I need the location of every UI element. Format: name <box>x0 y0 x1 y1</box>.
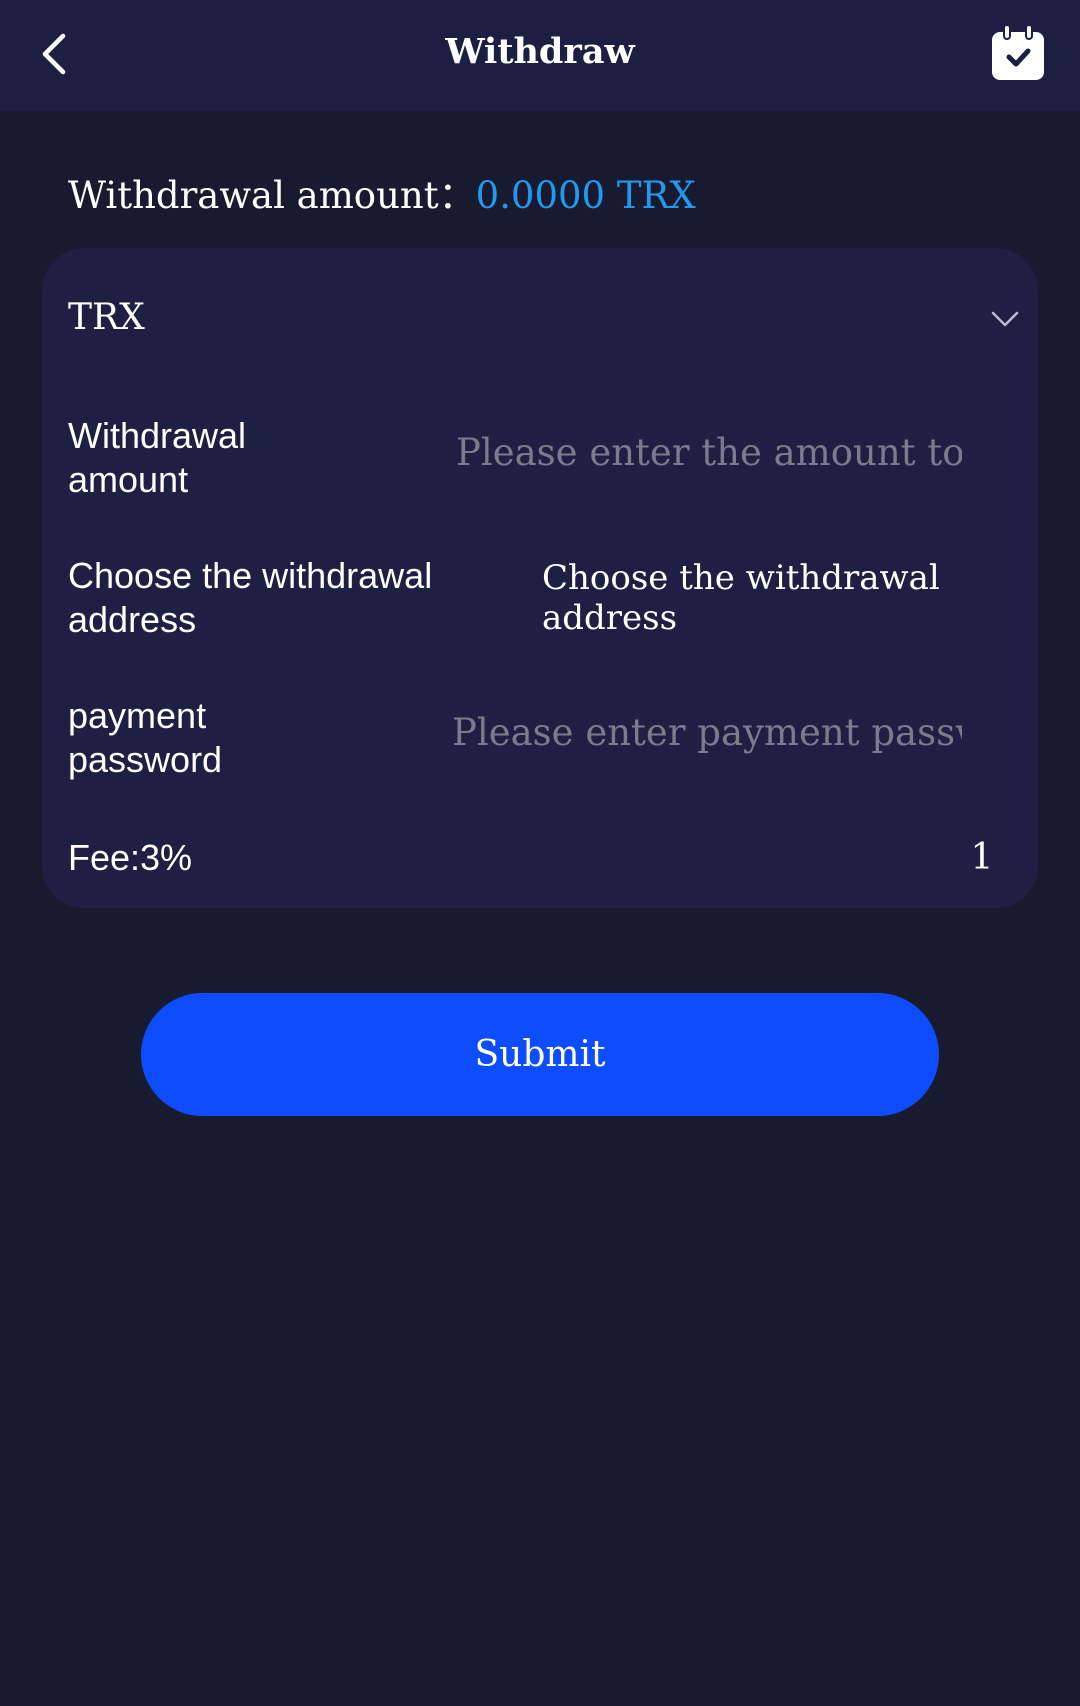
chevron-down-icon <box>991 311 1019 327</box>
calendar-check-icon <box>992 24 1044 80</box>
balance-label: Withdrawal amount： <box>68 174 476 217</box>
submit-button[interactable]: Submit <box>141 993 939 1116</box>
amount-input[interactable] <box>456 424 962 480</box>
address-picker[interactable]: Choose the withdrawal address <box>542 558 942 638</box>
withdrawal-balance: Withdrawal amount：0.0000 TRX <box>68 170 696 222</box>
calendar-button[interactable] <box>990 24 1046 82</box>
balance-value: 0.0000 TRX <box>475 174 696 217</box>
currency-value: TRX <box>68 297 145 338</box>
password-label: payment password <box>68 695 223 780</box>
amount-label: Withdrawal amount <box>68 415 247 500</box>
withdraw-form-card: TRX Withdrawal amount Choose the withdra… <box>42 248 1038 908</box>
payment-password-input[interactable] <box>452 704 962 760</box>
fee-value: 1 <box>970 837 994 878</box>
page-title: Withdraw <box>445 31 635 72</box>
top-bar: Withdraw <box>0 0 1080 111</box>
address-label: Choose the withdrawal address <box>68 555 433 640</box>
fee-label: Fee:3% <box>68 837 193 878</box>
currency-select[interactable]: TRX <box>42 248 1038 388</box>
